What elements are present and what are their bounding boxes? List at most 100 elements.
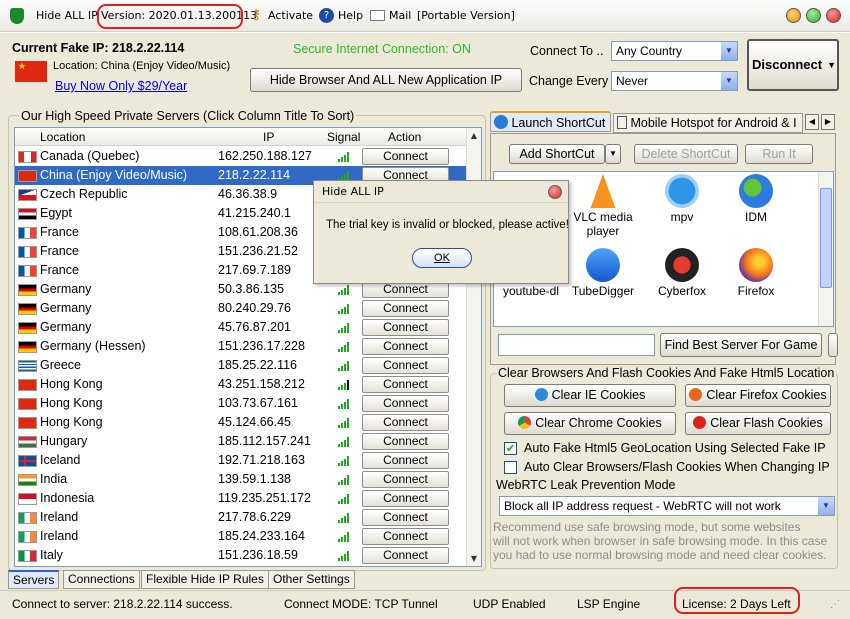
tab-connections[interactable]: Connections: [63, 570, 140, 589]
disconnect-button[interactable]: Disconnect ▼: [747, 39, 839, 91]
help-icon[interactable]: ?: [319, 8, 334, 23]
run-it-button[interactable]: Run It: [745, 144, 813, 164]
connect-button[interactable]: Connect: [362, 357, 449, 374]
connect-button[interactable]: Connect: [362, 528, 449, 545]
connect-button[interactable]: Connect: [362, 338, 449, 355]
table-row[interactable]: Hong Kong 103.73.67.161 Connect: [15, 394, 467, 413]
auto-clear-checkbox[interactable]: [504, 461, 517, 474]
connect-to-label: Connect To ..: [530, 44, 604, 58]
table-row[interactable]: Hong Kong 43.251.158.212 Connect: [15, 375, 467, 394]
tab-scroll-right-button[interactable]: ▶: [821, 114, 835, 130]
mail-link[interactable]: Mail: [389, 9, 411, 22]
shortcut-scroll-thumb[interactable]: [820, 188, 832, 288]
table-row[interactable]: Germany 45.76.87.201 Connect: [15, 318, 467, 337]
chevron-down-icon[interactable]: ▼: [721, 72, 737, 90]
tab-other-settings[interactable]: Other Settings: [268, 570, 355, 589]
delete-shortcut-button[interactable]: Delete ShortCut: [634, 144, 738, 164]
table-row[interactable]: Ireland 217.78.6.229 Connect: [15, 508, 467, 527]
connect-button[interactable]: Connect: [362, 490, 449, 507]
hide-browser-button[interactable]: Hide Browser And ALL New Application IP: [250, 68, 522, 92]
help-link[interactable]: Help: [338, 9, 363, 22]
activate-link[interactable]: Activate: [268, 9, 313, 22]
column-ip[interactable]: IP: [263, 130, 274, 144]
shortcut-idm[interactable]: IDM: [715, 174, 797, 224]
tab-flexible-rules[interactable]: Flexible Hide IP Rules: [141, 570, 269, 589]
row-ip: 192.71.218.163: [218, 453, 305, 467]
key-icon[interactable]: ⚷: [251, 7, 261, 23]
shortcut-vlc[interactable]: VLC media player: [562, 174, 644, 238]
find-best-server-button[interactable]: Find Best Server For Game: [660, 333, 822, 357]
game-search-input[interactable]: [498, 334, 655, 356]
maximize-button[interactable]: [806, 8, 821, 23]
shortcut-firefox[interactable]: Firefox: [715, 248, 797, 298]
add-shortcut-button[interactable]: Add ShortCut: [509, 144, 605, 164]
minimize-button[interactable]: [786, 8, 801, 23]
table-row[interactable]: Italy 151.236.18.59 Connect: [15, 546, 467, 565]
change-every-select[interactable]: Never ▼: [611, 71, 738, 91]
status-connect: Connect to server: 218.2.22.114 success.: [12, 597, 233, 611]
clear-ie-cookies-button[interactable]: Clear IE Cookies: [504, 384, 676, 407]
resize-grip-icon[interactable]: ⋰: [830, 599, 840, 610]
connect-to-select[interactable]: Any Country ▼: [611, 41, 738, 61]
connect-button[interactable]: Connect: [362, 414, 449, 431]
mobile-hotspot-icon: [617, 116, 627, 129]
clear-firefox-cookies-button[interactable]: Clear Firefox Cookies: [685, 384, 831, 407]
connect-button[interactable]: Connect: [362, 148, 449, 165]
row-ip: 103.73.67.161: [218, 396, 298, 410]
servers-group-title: Our High Speed Private Servers (Click Co…: [19, 109, 357, 123]
table-row[interactable]: India 139.59.1.138 Connect: [15, 470, 467, 489]
column-action[interactable]: Action: [388, 130, 421, 144]
chevron-down-icon[interactable]: ▼: [827, 41, 836, 89]
germany-flag-icon: [18, 303, 37, 315]
tab-mobile-hotspot[interactable]: Mobile Hotspot for Android & I: [613, 113, 803, 133]
chevron-down-icon[interactable]: ▼: [721, 42, 737, 60]
clear-flash-cookies-button[interactable]: Clear Flash Cookies: [685, 412, 831, 435]
dialog-close-button[interactable]: [548, 185, 562, 199]
row-ip: 80.240.29.76: [218, 301, 291, 315]
connect-button[interactable]: Connect: [362, 452, 449, 469]
shortcut-scrollbar[interactable]: [818, 172, 833, 326]
chevron-down-icon[interactable]: ▼: [818, 497, 834, 515]
shortcut-tubedigger[interactable]: TubeDigger: [562, 248, 644, 298]
extra-button[interactable]: [828, 333, 838, 357]
connect-button[interactable]: Connect: [362, 319, 449, 336]
scroll-down-button[interactable]: ▼: [467, 551, 481, 566]
webrtc-select[interactable]: Block all IP address request - WebRTC wi…: [499, 496, 835, 516]
table-row[interactable]: Hong Kong 45.124.66.45 Connect: [15, 413, 467, 432]
tab-scroll-left-button[interactable]: ◀: [805, 114, 819, 130]
server-list-header[interactable]: Location IP Signal Action: [15, 128, 467, 146]
table-row[interactable]: Canada (Quebec) 162.250.188.127 Connect: [15, 147, 467, 166]
auto-clear-label: Auto Clear Browsers/Flash Cookies When C…: [524, 460, 830, 474]
table-row[interactable]: Greece 185.25.22.116 Connect: [15, 356, 467, 375]
table-row[interactable]: Hungary 185.112.157.241 Connect: [15, 432, 467, 451]
clear-chrome-cookies-button[interactable]: Clear Chrome Cookies: [504, 412, 676, 435]
column-location[interactable]: Location: [40, 130, 85, 144]
buy-now-link[interactable]: Buy Now Only $29/Year: [55, 79, 187, 93]
recommend-note: Recommend use safe browsing mode, but so…: [493, 520, 836, 564]
dialog-ok-button[interactable]: OK: [412, 248, 472, 268]
table-row[interactable]: Germany 80.240.29.76 Connect: [15, 299, 467, 318]
column-signal[interactable]: Signal: [327, 130, 360, 144]
connect-button[interactable]: Connect: [362, 509, 449, 526]
table-row[interactable]: Indonesia 119.235.251.172 Connect: [15, 489, 467, 508]
connect-button[interactable]: Connect: [362, 471, 449, 488]
tab-servers[interactable]: Servers: [8, 570, 60, 589]
table-row[interactable]: Iceland 192.71.218.163 Connect: [15, 451, 467, 470]
shortcut-cyberfox[interactable]: Cyberfox: [641, 248, 723, 298]
connect-button[interactable]: Connect: [362, 376, 449, 393]
shortcut-mpv[interactable]: mpv: [641, 174, 723, 224]
mail-icon[interactable]: [370, 10, 385, 21]
connect-button[interactable]: Connect: [362, 547, 449, 564]
close-button[interactable]: [826, 8, 841, 23]
row-location: China (Enjoy Video/Music): [40, 168, 188, 182]
connect-button[interactable]: Connect: [362, 395, 449, 412]
auto-geo-checkbox[interactable]: ✔: [504, 442, 517, 455]
connect-button[interactable]: Connect: [362, 433, 449, 450]
table-row[interactable]: Germany (Hessen) 151.236.17.228 Connect: [15, 337, 467, 356]
add-shortcut-dropdown[interactable]: ▼: [605, 144, 621, 164]
connect-button[interactable]: Connect: [362, 300, 449, 317]
scroll-up-button[interactable]: ▲: [467, 128, 481, 143]
table-row[interactable]: Ireland 185.24.233.164 Connect: [15, 527, 467, 546]
france-flag-icon: [18, 227, 37, 239]
tab-launch-shortcut[interactable]: Launch ShortCut: [490, 111, 611, 132]
